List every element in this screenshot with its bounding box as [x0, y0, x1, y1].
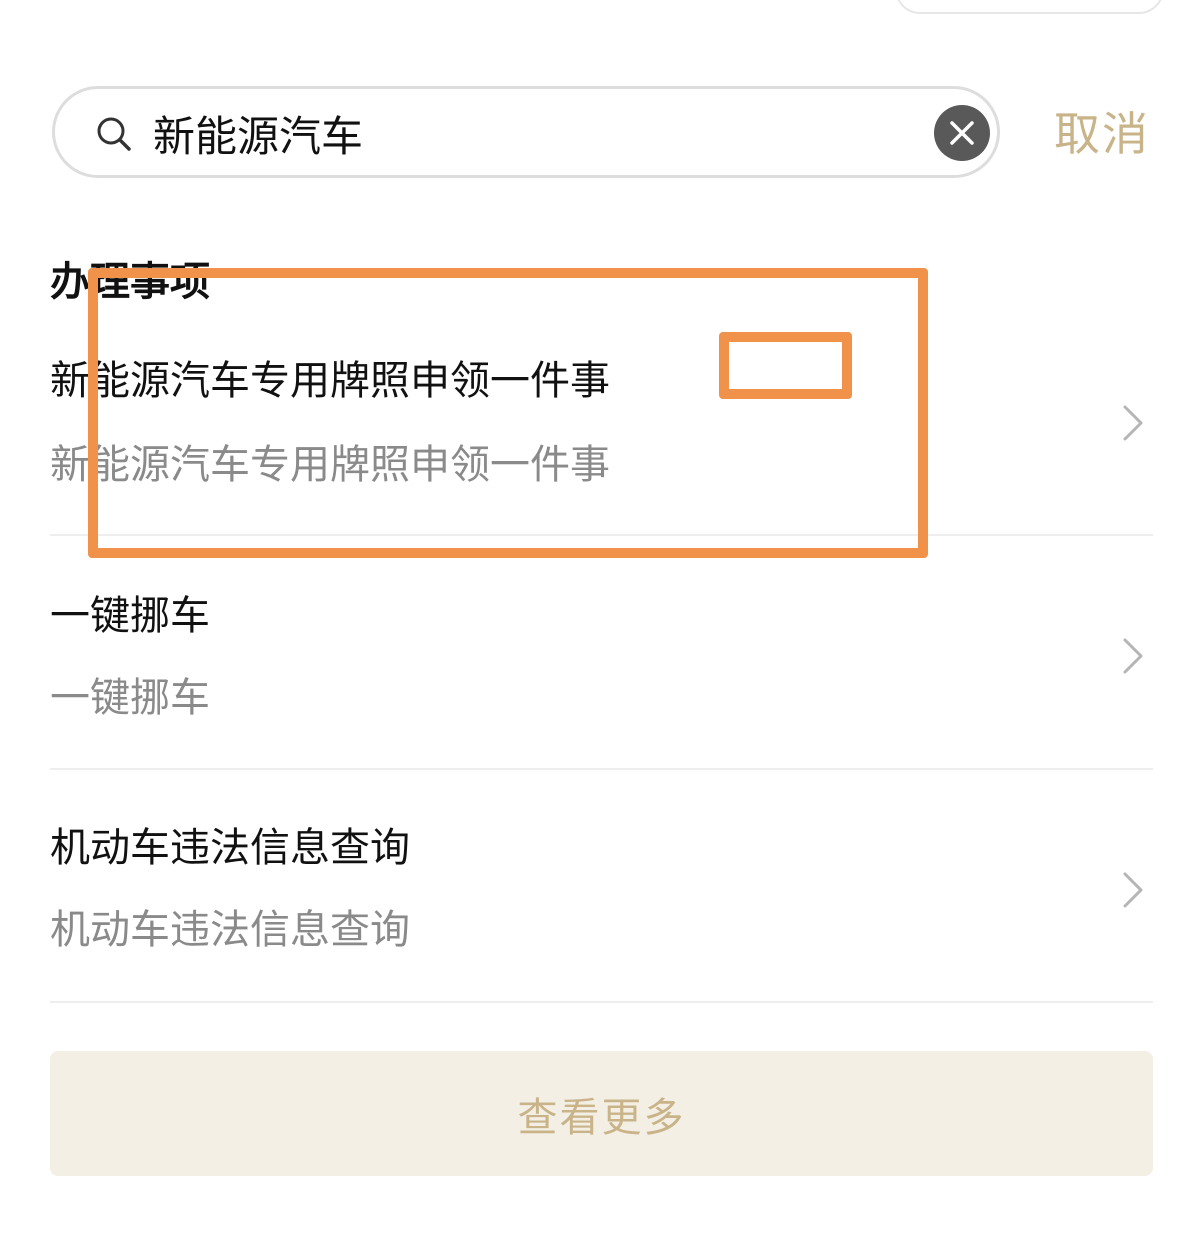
search-results-page: 取消 办理事项 新能源汽车专用牌照申领一件事 新能源汽车专用牌照申领一件事 一键… — [0, 0, 1200, 1245]
chevron-right-icon — [1123, 638, 1143, 674]
list-item-subtitle: 一键挪车 — [50, 675, 210, 721]
search-bar[interactable] — [52, 86, 1000, 178]
clear-search-button[interactable] — [934, 105, 990, 161]
list-item-subtitle: 机动车违法信息查询 — [50, 907, 410, 953]
chevron-right-icon — [1123, 405, 1143, 441]
annotation-highlight-box-small — [719, 332, 852, 399]
search-input[interactable] — [153, 103, 913, 163]
list-item[interactable]: 机动车违法信息查询 机动车违法信息查询 — [50, 770, 1153, 1003]
list-item-title: 一键挪车 — [50, 593, 210, 639]
search-icon — [97, 117, 131, 151]
view-more-button[interactable]: 查看更多 — [50, 1051, 1153, 1176]
cancel-button[interactable]: 取消 — [1054, 104, 1150, 164]
chevron-right-icon — [1123, 872, 1143, 908]
annotation-highlight-box — [88, 268, 928, 558]
list-item-title: 机动车违法信息查询 — [50, 825, 410, 871]
close-icon — [950, 121, 974, 145]
top-partial-control[interactable] — [895, 0, 1164, 14]
list-item[interactable]: 一键挪车 一键挪车 — [50, 536, 1153, 770]
